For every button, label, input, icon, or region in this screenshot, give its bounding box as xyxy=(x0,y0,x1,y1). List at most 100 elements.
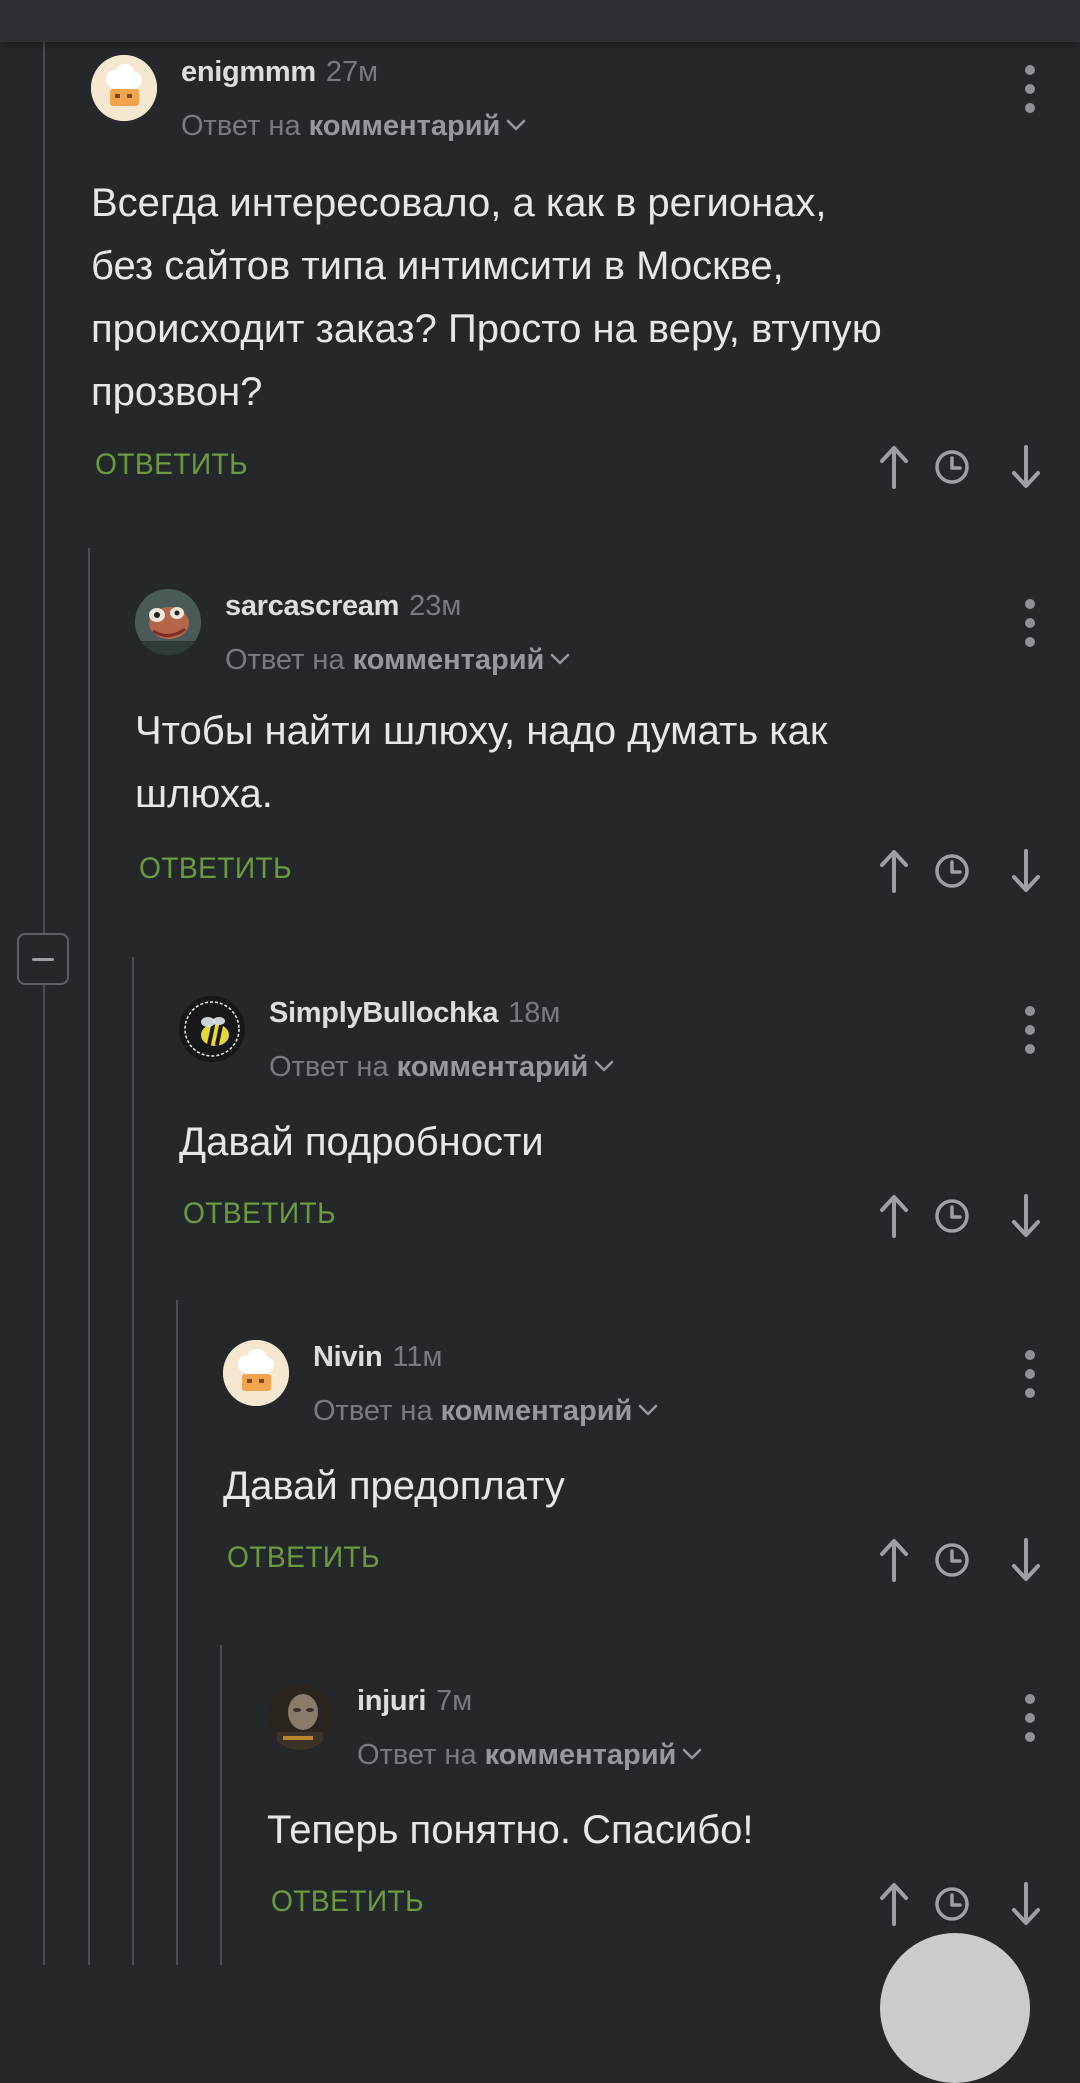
reply-to-info[interactable]: Ответ на комментарий xyxy=(357,1738,702,1772)
comment-text-line: Теперь понятно. Спасибо! xyxy=(267,1808,754,1852)
comment: injuri 7м Ответ на комментарий Теперь пон… xyxy=(267,1684,1080,1954)
downvote-button[interactable] xyxy=(1004,1536,1048,1584)
comment-text-line: Чтобы найти шлюху, надо думать как xyxy=(135,709,828,753)
kebab-menu-icon[interactable] xyxy=(1020,1350,1040,1400)
reply-target-link[interactable]: комментарий xyxy=(353,644,545,676)
timestamp: 11м xyxy=(392,1341,443,1373)
bee-avatar xyxy=(179,996,245,1062)
reply-to-info[interactable]: Ответ на комментарий xyxy=(313,1394,658,1428)
chef-hat-avatar xyxy=(91,55,157,121)
username[interactable]: sarcascream xyxy=(225,590,399,622)
arrow-down-icon xyxy=(1012,445,1040,488)
downvote-button[interactable] xyxy=(1004,1880,1048,1928)
reply-button[interactable]: ОТВЕТИТЬ xyxy=(227,1540,380,1576)
history-button[interactable] xyxy=(930,1192,974,1240)
reply-prefix: Ответ на xyxy=(225,644,345,676)
timestamp: 27м xyxy=(325,56,379,88)
floating-action-button[interactable] xyxy=(880,1933,1030,2083)
history-button[interactable] xyxy=(930,1880,974,1928)
reply-button[interactable]: ОТВЕТИТЬ xyxy=(183,1196,336,1232)
creature-avatar xyxy=(135,589,201,655)
chevron-down-icon[interactable] xyxy=(682,1747,702,1761)
clock-icon xyxy=(935,450,969,484)
comment-actions: ОТВЕТИТЬ xyxy=(179,1184,1080,1244)
avatar[interactable] xyxy=(179,996,245,1062)
chevron-down-icon[interactable] xyxy=(506,118,526,132)
reply-target-link[interactable]: комментарий xyxy=(441,1395,633,1427)
reply-to-info[interactable]: Ответ на комментарий xyxy=(269,1050,614,1084)
upvote-button[interactable] xyxy=(872,443,916,491)
comment: enigmmm 27м Ответ на комментарий Всегда и… xyxy=(91,55,1080,495)
timestamp: 7м xyxy=(436,1685,473,1717)
clock-icon xyxy=(935,1887,969,1921)
chevron-down-icon[interactable] xyxy=(638,1403,658,1417)
arrow-down-icon xyxy=(1012,1194,1040,1237)
chevron-down-icon[interactable] xyxy=(594,1059,614,1073)
username[interactable]: injuri xyxy=(357,1685,426,1717)
comment-text-line: прозвон? xyxy=(91,370,263,414)
reply-target-link[interactable]: комментарий xyxy=(397,1051,589,1083)
comment-text-line: без сайтов типа интимсити в Москве, xyxy=(91,244,784,288)
thread-line[interactable] xyxy=(88,548,90,1965)
collapse-thread-button[interactable] xyxy=(17,933,69,985)
chevron-down-icon[interactable] xyxy=(550,652,570,666)
comment-actions: ОТВЕТИТЬ xyxy=(267,1872,1080,1932)
reply-target-link[interactable]: комментарий xyxy=(485,1739,677,1771)
kebab-menu-icon[interactable] xyxy=(1020,599,1040,649)
comment-text: Давай предоплату xyxy=(223,1455,565,1518)
comment-text-line: шлюха. xyxy=(135,772,273,816)
history-button[interactable] xyxy=(930,847,974,895)
thread-line[interactable] xyxy=(220,1645,222,1965)
thread-line[interactable] xyxy=(132,957,134,1965)
reply-button[interactable]: ОТВЕТИТЬ xyxy=(95,447,248,483)
reply-prefix: Ответ на xyxy=(181,110,301,142)
clock-icon xyxy=(935,1543,969,1577)
comment-text-line: Давай подробности xyxy=(179,1120,544,1164)
comment-text-line: происходит заказ? Просто на веру, втупую xyxy=(91,307,882,351)
reply-button[interactable]: ОТВЕТИТЬ xyxy=(139,851,292,887)
username[interactable]: Nivin xyxy=(313,1341,383,1373)
arrow-up-icon xyxy=(880,1195,908,1238)
comment-text-line: Давай предоплату xyxy=(223,1464,565,1508)
thread-line[interactable] xyxy=(43,42,45,1965)
comment-text: Давай подробности xyxy=(179,1111,544,1174)
arrow-up-icon xyxy=(880,850,908,893)
portrait-avatar xyxy=(267,1684,333,1750)
thread-line[interactable] xyxy=(176,1300,178,1965)
history-button[interactable] xyxy=(930,1536,974,1584)
timestamp: 18м xyxy=(508,997,561,1029)
comment-meta: sarcascream 23м Ответ на комментарий xyxy=(225,589,570,677)
upvote-button[interactable] xyxy=(872,1880,916,1928)
upvote-button[interactable] xyxy=(872,1536,916,1584)
downvote-button[interactable] xyxy=(1004,443,1048,491)
history-button[interactable] xyxy=(930,443,974,491)
comment: SimplyBullochka 18м Ответ на комментарий … xyxy=(179,996,1080,1256)
downvote-button[interactable] xyxy=(1004,1192,1048,1240)
avatar[interactable] xyxy=(223,1340,289,1406)
kebab-menu-icon[interactable] xyxy=(1020,65,1040,115)
reply-to-info[interactable]: Ответ на комментарий xyxy=(225,643,570,677)
reply-prefix: Ответ на xyxy=(313,1395,433,1427)
kebab-menu-icon[interactable] xyxy=(1020,1006,1040,1056)
comment-meta: injuri 7м Ответ на комментарий xyxy=(357,1684,702,1772)
comment: sarcascream 23м Ответ на комментарий Чтоб… xyxy=(135,589,1080,909)
reply-prefix: Ответ на xyxy=(269,1051,389,1083)
upvote-button[interactable] xyxy=(872,847,916,895)
comment-text: Теперь понятно. Спасибо! xyxy=(267,1799,753,1862)
kebab-menu-icon[interactable] xyxy=(1020,1694,1040,1744)
top-bar xyxy=(0,0,1080,42)
avatar[interactable] xyxy=(267,1684,333,1750)
username[interactable]: enigmmm xyxy=(181,56,316,88)
avatar[interactable] xyxy=(91,55,157,121)
comment-actions: ОТВЕТИТЬ xyxy=(135,839,1080,899)
comment-meta: Nivin 11м Ответ на комментарий xyxy=(313,1340,658,1428)
reply-to-info[interactable]: Ответ на комментарий xyxy=(181,109,526,143)
comment-actions: ОТВЕТИТЬ xyxy=(223,1528,1080,1588)
avatar[interactable] xyxy=(135,589,201,655)
clock-icon xyxy=(935,854,969,888)
upvote-button[interactable] xyxy=(872,1192,916,1240)
downvote-button[interactable] xyxy=(1004,847,1048,895)
reply-target-link[interactable]: комментарий xyxy=(309,110,501,142)
reply-button[interactable]: ОТВЕТИТЬ xyxy=(271,1884,424,1920)
username[interactable]: SimplyBullochka xyxy=(269,997,498,1029)
